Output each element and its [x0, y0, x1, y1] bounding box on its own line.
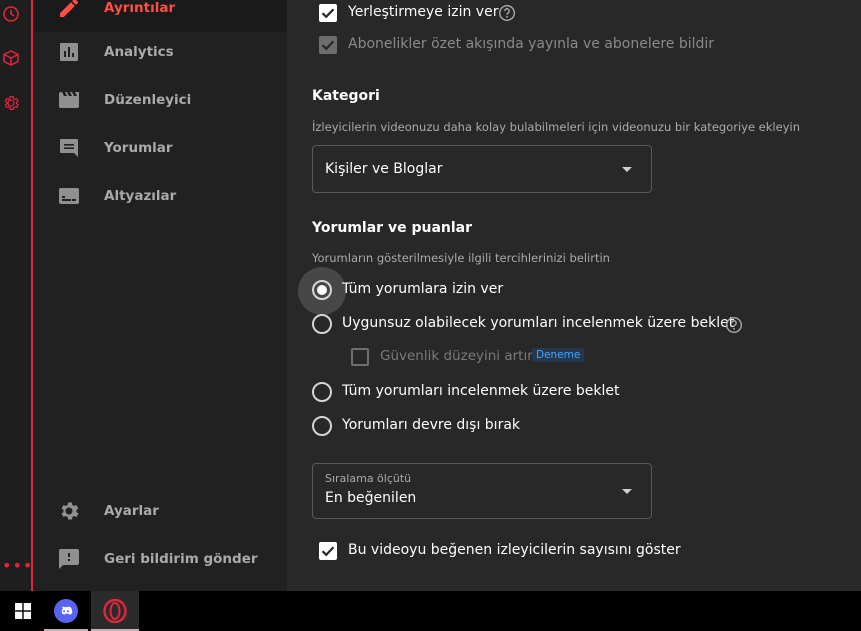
nav-item-analytics[interactable]: Analytics — [33, 28, 287, 76]
chevron-down-icon — [622, 167, 632, 172]
subscriptions-feed-label: Abonelikler özet akışında yayınla ve abo… — [348, 36, 715, 52]
feedback-icon — [59, 549, 79, 569]
sort-by-value: En beğenilen — [325, 490, 417, 506]
radio-label-allow-all: Tüm yorumlara izin ver — [342, 281, 504, 297]
studio-sidebar: Ayrıntılar Analytics Düzenleyici Yorumla… — [33, 0, 287, 591]
details-main-panel: Yerleştirmeye izin ver Abonelikler özet … — [287, 0, 861, 591]
opera-taskbar-item[interactable] — [91, 591, 139, 631]
discord-taskbar-item[interactable] — [44, 591, 88, 631]
nav-item-comments[interactable]: Yorumlar — [33, 124, 287, 172]
opera-icon — [103, 599, 127, 623]
nav-item-settings[interactable]: Ayarlar — [33, 487, 287, 535]
pencil-icon — [60, 0, 78, 17]
browser-sidebar: ••• — [0, 0, 33, 591]
checkmark-icon — [321, 546, 335, 557]
nav-item-editor[interactable]: Düzenleyici — [33, 76, 287, 124]
category-selected-value: Kişiler ve Bloglar — [325, 161, 443, 177]
box-cube-icon[interactable] — [0, 47, 22, 69]
radio-disable-comments[interactable] — [312, 416, 332, 436]
show-likes-checkbox[interactable] — [319, 542, 337, 560]
comments-section-title: Yorumlar ve puanlar — [312, 220, 473, 236]
category-select[interactable]: Kişiler ve Bloglar — [312, 145, 652, 193]
beta-badge: Deneme — [532, 348, 585, 362]
comments-icon — [60, 139, 78, 157]
sort-by-select[interactable]: Sıralama ölçütü En beğenilen — [312, 463, 652, 519]
nav-label-comments: Yorumlar — [104, 140, 173, 156]
comments-section-description: Yorumların gösterilmesiyle ilgili tercih… — [312, 251, 610, 265]
chevron-down-icon — [622, 489, 632, 494]
radio-label-hold-inappropriate: Uygunsuz olabilecek yorumları incelenmek… — [342, 315, 735, 331]
nav-label-feedback: Geri bildirim gönder — [104, 551, 258, 567]
help-circle-icon[interactable] — [725, 316, 743, 334]
settings-gear-icon[interactable] — [0, 92, 22, 114]
category-title: Kategori — [312, 88, 380, 104]
embed-checkbox[interactable] — [319, 4, 337, 22]
nav-label-details: Ayrıntılar — [104, 0, 176, 16]
increase-strictness-label: Güvenlik düzeyini artır — [380, 348, 533, 364]
help-circle-icon[interactable] — [498, 4, 516, 22]
nav-label-editor: Düzenleyici — [104, 92, 192, 108]
nav-label-subtitles: Altyazılar — [104, 188, 177, 204]
radio-hold-all[interactable] — [312, 382, 332, 402]
radio-allow-all-comments[interactable] — [312, 280, 332, 300]
show-likes-label: Bu videoyu beğenen izleyicilerin sayısın… — [348, 542, 681, 558]
nav-label-settings: Ayarlar — [104, 503, 159, 519]
sort-by-label: Sıralama ölçütü — [325, 472, 412, 485]
gear-icon — [61, 502, 79, 520]
nav-item-feedback[interactable]: Geri bildirim gönder — [33, 535, 287, 583]
radio-label-disable-comments: Yorumları devre dışı bırak — [342, 417, 521, 433]
windows-start-icon[interactable] — [0, 591, 46, 631]
history-clock-icon[interactable] — [0, 3, 22, 25]
category-description: İzleyicilerin videonuzu daha kolay bulab… — [312, 120, 800, 134]
radio-label-hold-all: Tüm yorumları incelenmek üzere beklet — [342, 383, 620, 399]
radio-hold-inappropriate[interactable] — [312, 314, 332, 334]
windows-taskbar — [0, 591, 861, 631]
nav-item-subtitles[interactable]: Altyazılar — [33, 172, 287, 220]
checkmark-icon — [321, 40, 335, 51]
more-dots-icon[interactable]: ••• — [2, 558, 33, 574]
subtitles-icon — [59, 188, 79, 204]
subscriptions-feed-checkbox[interactable] — [319, 36, 337, 54]
analytics-icon — [60, 43, 78, 61]
embed-label: Yerleştirmeye izin ver — [348, 4, 499, 20]
increase-strictness-checkbox[interactable] — [351, 348, 369, 366]
nav-label-analytics: Analytics — [104, 44, 174, 60]
editor-clapper-icon — [59, 92, 79, 108]
checkmark-icon — [321, 8, 335, 19]
discord-icon — [54, 599, 78, 623]
